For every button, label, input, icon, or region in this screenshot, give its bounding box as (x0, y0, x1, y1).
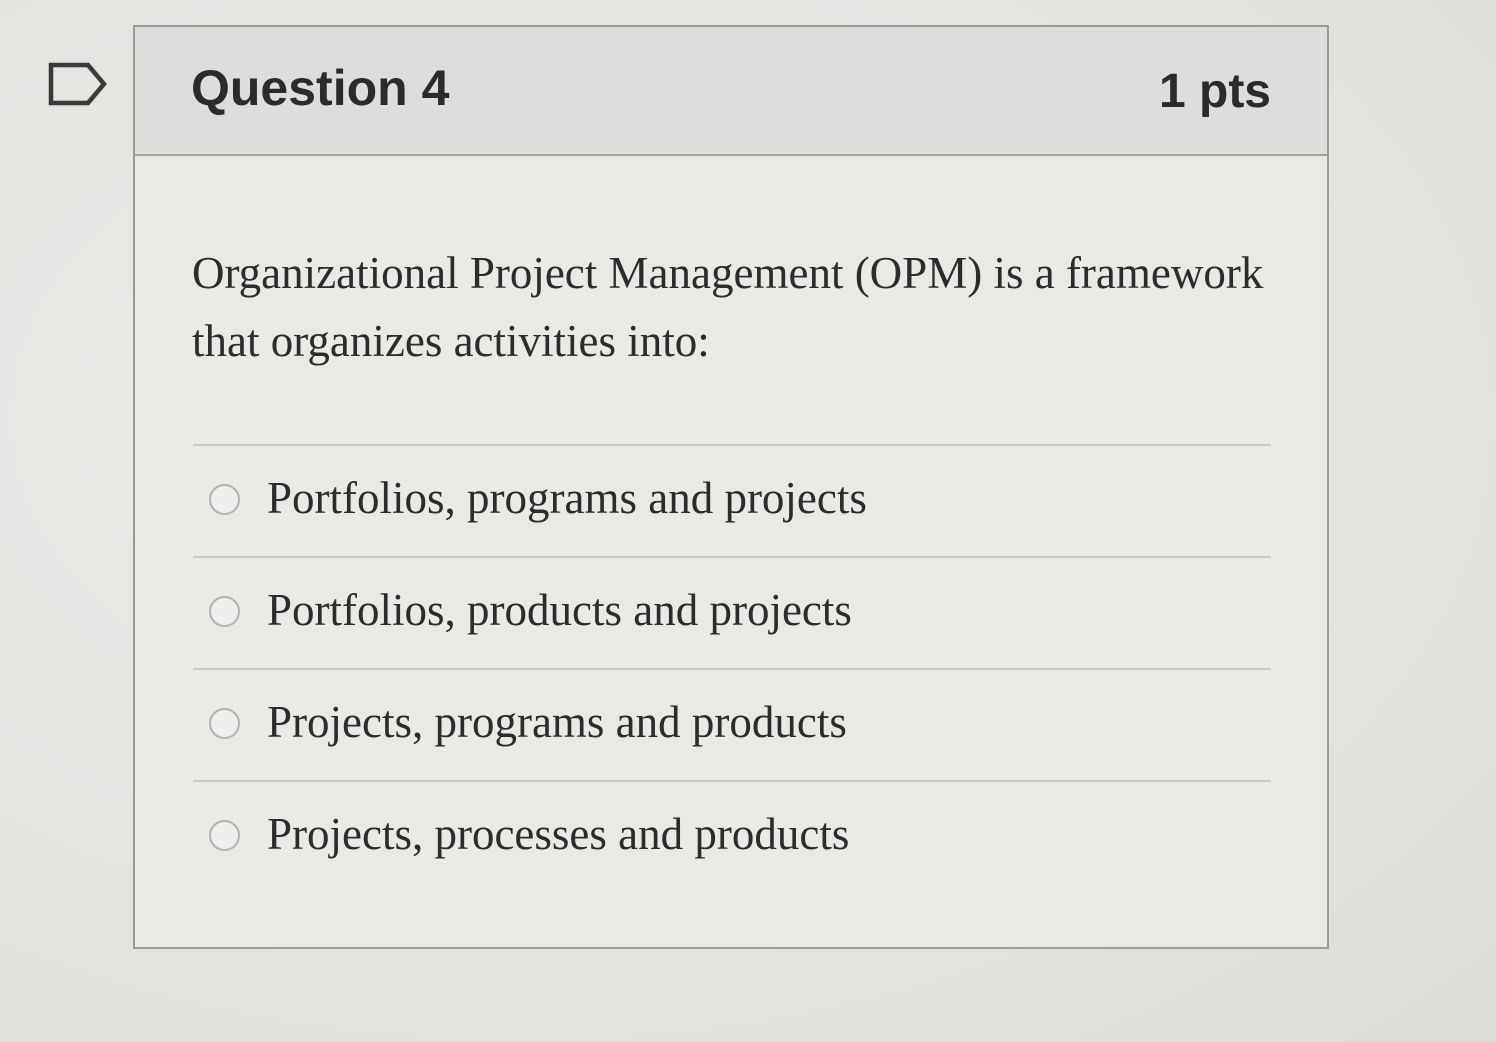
question-header: Question 4 1 pts (135, 27, 1327, 156)
question-points: 1 pts (1158, 65, 1271, 118)
question-text: Organizational Project Management (OPM) … (192, 248, 1264, 366)
answer-option[interactable]: Portfolios, programs and projects (193, 444, 1271, 556)
question-title: Question 4 (191, 60, 450, 116)
radio-button[interactable] (209, 708, 240, 739)
answer-option[interactable]: Projects, processes and products (193, 780, 1271, 892)
answer-option[interactable]: Projects, programs and products (193, 668, 1271, 780)
answer-label[interactable]: Projects, programs and products (267, 690, 847, 754)
radio-button[interactable] (209, 820, 240, 851)
answer-list: Portfolios, programs and projects Portfo… (193, 444, 1271, 892)
answer-label[interactable]: Projects, processes and products (267, 802, 849, 866)
radio-button[interactable] (209, 484, 240, 515)
answer-label[interactable]: Portfolios, programs and projects (267, 466, 867, 530)
question-card: Question 4 1 pts Organizational Project … (133, 25, 1329, 949)
answer-label[interactable]: Portfolios, products and projects (267, 578, 852, 642)
flag-question-icon[interactable] (48, 60, 108, 108)
radio-button[interactable] (209, 596, 240, 627)
answer-option[interactable]: Portfolios, products and projects (193, 556, 1271, 668)
